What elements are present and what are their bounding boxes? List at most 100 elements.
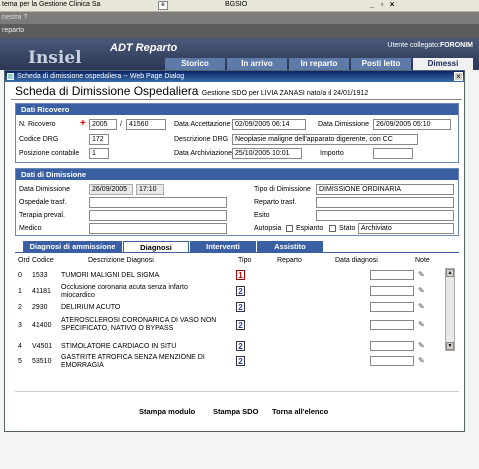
dim-data-label: Data Dimissione (19, 186, 70, 193)
col-descrizione: Descrizione Diagnosi (88, 257, 154, 264)
tab-dimessi[interactable]: Dimessi (413, 58, 473, 70)
stampa-modulo-button[interactable]: Stampa modulo (139, 407, 195, 416)
reparto-trasf-field[interactable] (316, 197, 454, 208)
user-info: Utente collegato:FORONIM (387, 42, 473, 49)
page-title-text: Scheda di Dimissione Ospedaliera (15, 84, 199, 98)
edit-note-icon[interactable]: ✎ (418, 270, 427, 279)
note-field[interactable] (370, 302, 414, 312)
torna-elenco-button[interactable]: Torna all'elenco (272, 407, 328, 416)
col-ord: Ord (18, 257, 30, 264)
importo-label: Importo (320, 150, 344, 157)
scroll-down-icon[interactable]: ▼ (446, 342, 454, 350)
n-ricovero-year[interactable]: 2005 (89, 119, 117, 130)
window-title: BGSIO (225, 1, 248, 8)
address-bar[interactable]: reparto (0, 24, 479, 38)
terapia-field[interactable] (89, 210, 227, 221)
scroll-up-icon[interactable]: ▲ (446, 269, 454, 277)
codice-drg-field[interactable]: 172 (89, 134, 109, 145)
tab-storico[interactable]: Storico (165, 58, 225, 70)
dimissione-header: Dati di Dimissione (16, 169, 458, 180)
espianto-checkbox[interactable] (329, 225, 336, 232)
stato-field[interactable]: Archiviato (358, 223, 454, 234)
table-scrollbar[interactable]: ▲ ▼ (445, 268, 455, 351)
row-codice: 53510 (32, 358, 52, 365)
posizione-contabile-field[interactable]: 1 (89, 148, 109, 159)
data-archiviazione-label: Data Archiviazione (174, 150, 232, 157)
close-icon[interactable]: × (454, 72, 463, 81)
note-field[interactable] (370, 286, 414, 296)
tabs-underline (15, 252, 459, 253)
tab-posti-letto[interactable]: Posti letto (351, 58, 411, 70)
row-descrizione: ATEROSCLEROSI CORONARICA DI VASO NON SPE… (61, 317, 217, 332)
table-row[interactable]: 3 41400 ATEROSCLEROSI CORONARICA DI VASO… (15, 316, 459, 340)
col-codice: Codice (32, 257, 54, 264)
dim-data-field[interactable]: 26/09/2005 (89, 184, 133, 195)
tipo-icon[interactable]: 1 (236, 270, 245, 280)
tab-assistito[interactable]: Assistito (257, 241, 323, 252)
data-accettazione-field[interactable]: 02/09/2005 06:14 (232, 119, 306, 130)
table-row[interactable]: 5 53510 GASTRITE ATROFICA SENZA MENZIONE… (15, 354, 459, 372)
stampa-sdo-button[interactable]: Stampa SDO (213, 407, 258, 416)
note-field[interactable] (370, 356, 414, 366)
n-ricovero-number[interactable]: 41560 (126, 119, 166, 130)
data-dimissione-label: Data Dimissione (318, 121, 369, 128)
menu-text[interactable]: nestra ? (2, 14, 27, 21)
row-ord: 2 (18, 304, 22, 311)
terapia-label: Terapia preval. (19, 212, 65, 219)
tipo-icon[interactable]: 2 (236, 341, 245, 351)
descrizione-drg-label: Descrizione DRG (174, 136, 229, 143)
ospedale-trasf-field[interactable] (89, 197, 227, 208)
table-row[interactable]: 1 41181 Occlusione coronaria acuta senza… (15, 284, 459, 300)
browser-title-text: tema per la Gestione Clinica Sa (2, 1, 101, 8)
tab-in-arrivo[interactable]: In arrivo (227, 58, 287, 70)
esito-field[interactable] (316, 210, 454, 221)
table-row[interactable]: 4 V4501 STIMOLATORE CARDIACO IN SITU 2 ✎ (15, 341, 459, 353)
note-field[interactable] (370, 270, 414, 280)
app-tabs: Storico In arrivo In reparto Posti letto… (165, 58, 473, 70)
autopsia-checkbox[interactable] (286, 225, 293, 232)
row-ord: 4 (18, 343, 22, 350)
footer-divider (15, 391, 459, 392)
row-descrizione: Occlusione coronaria acuta senza infarto… (61, 284, 188, 299)
tipo-dimissione-field[interactable]: DIMISSIONE ORDINARIA (316, 184, 454, 195)
medico-label: Medico (19, 225, 42, 232)
table-row[interactable]: 2 2930 DELIRIUM ACUTO 2 ✎ (15, 302, 459, 314)
edit-note-icon[interactable]: ✎ (418, 302, 427, 311)
col-data-diagnosi: Data diagnosi (335, 257, 378, 264)
note-field[interactable] (370, 341, 414, 351)
row-codice: 41181 (32, 288, 51, 295)
plus-icon[interactable]: + (80, 119, 86, 129)
tipo-icon[interactable]: 2 (236, 356, 245, 366)
table-row[interactable]: 0 1533 TUMORI MALIGNI DEL SIGMA 1 ✎ (15, 270, 459, 282)
dim-ora-field[interactable]: 17:10 (136, 184, 164, 195)
data-archiviazione-field[interactable]: 25/10/2005 10:01 (232, 148, 302, 159)
page-icon: e (158, 1, 168, 10)
data-dimissione-field[interactable]: 26/09/2005 05:10 (373, 119, 451, 130)
stato-label: Stato (339, 225, 356, 232)
note-field[interactable] (370, 320, 414, 330)
tab-diagnosi[interactable]: Diagnosi (123, 241, 189, 252)
row-ord: 0 (18, 272, 22, 279)
col-tipo: Tipo (238, 257, 252, 264)
edit-note-icon[interactable]: ✎ (418, 341, 427, 350)
edit-note-icon[interactable]: ✎ (418, 356, 427, 365)
edit-note-icon[interactable]: ✎ (418, 320, 427, 329)
tab-in-reparto[interactable]: In reparto (289, 58, 349, 70)
col-reparto: Reparto (277, 257, 302, 264)
tipo-icon[interactable]: 2 (236, 320, 245, 330)
posizione-contabile-label: Posizione contabile (19, 150, 80, 157)
edit-note-icon[interactable]: ✎ (418, 286, 427, 295)
row-codice: 1533 (32, 272, 48, 279)
tipo-icon[interactable]: 2 (236, 302, 245, 312)
row-codice: 41400 (32, 322, 52, 329)
divider (11, 99, 462, 100)
tab-interventi[interactable]: Interventi (190, 241, 256, 252)
tipo-icon[interactable]: 2 (236, 286, 245, 296)
window-controls[interactable]: _ ▫ × (370, 0, 396, 9)
medico-field[interactable] (89, 223, 227, 234)
menu-bar[interactable]: nestra ? (0, 12, 479, 24)
importo-field[interactable] (373, 148, 413, 159)
descrizione-drg-field[interactable]: Neoplasie maligne dell'apparato digerent… (232, 134, 418, 145)
tab-diagnosi-ammissione[interactable]: Diagnosi di ammissione (23, 241, 122, 252)
user-label: Utente collegato: (387, 42, 440, 49)
